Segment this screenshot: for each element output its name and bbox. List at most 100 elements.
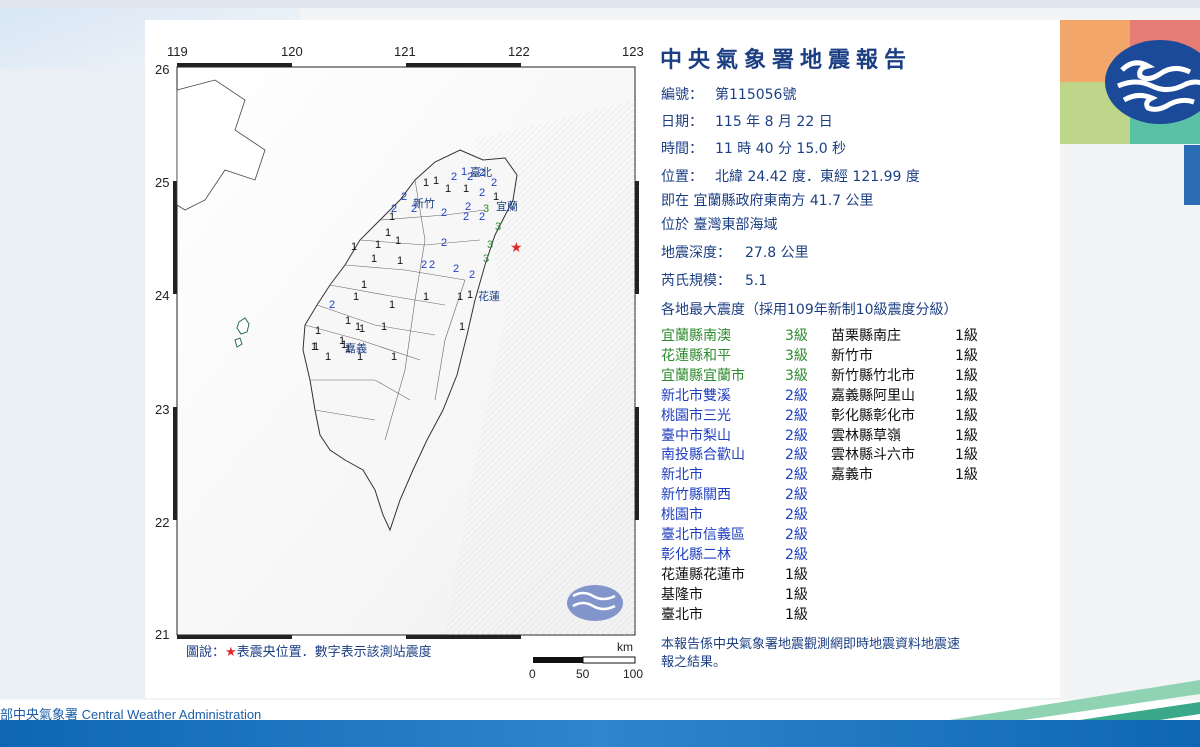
time-label: 時間： (661, 141, 703, 157)
station-level: 1級 (955, 427, 978, 444)
city-label-chiayi: 嘉義 (345, 342, 367, 355)
svg-text:2: 2 (479, 187, 485, 199)
station-name: 宜蘭縣南澳 (661, 328, 731, 344)
station-row: 基隆市 1級 (661, 585, 808, 605)
svg-text:1: 1 (389, 299, 395, 311)
lon-tick: 123 (622, 44, 644, 59)
svg-text:1: 1 (463, 183, 469, 195)
station-level: 1級 (785, 586, 808, 603)
station-row: 彰化縣彰化市 1級 (831, 406, 978, 426)
svg-text:1: 1 (423, 291, 429, 303)
intensity-heading: 各地最大震度（採用109年新制10級震度分級） (661, 302, 958, 318)
svg-text:1: 1 (391, 351, 397, 363)
station-row: 桃園市 2級 (661, 505, 808, 525)
station-name: 雲林縣草嶺 (831, 427, 901, 444)
station-level: 1級 (955, 407, 978, 424)
svg-text:2: 2 (441, 237, 447, 249)
lat-tick: 24 (155, 288, 170, 303)
station-row: 桃園市三光 2級 (661, 406, 808, 426)
relative-position: 即在 宜蘭縣政府東南方 41.7 公里 (661, 193, 874, 209)
station-row: 新竹市 1級 (831, 346, 978, 366)
legend-text: 表震央位置．數字表示該測站震度 (236, 645, 432, 660)
svg-text:3: 3 (495, 221, 501, 233)
report-magnitude: 芮氏規模： 5.1 (661, 270, 767, 290)
station-level: 2級 (785, 546, 808, 563)
station-row: 嘉義市 1級 (831, 465, 978, 485)
scale-tick: 50 (576, 667, 590, 681)
station-name: 彰化縣彰化市 (831, 407, 915, 424)
svg-text:3: 3 (483, 253, 489, 265)
city-label-taipei: 臺北 (470, 166, 492, 179)
svg-text:1: 1 (345, 315, 351, 327)
report-number: 編號： 第115056號 (661, 84, 796, 104)
footer-bar (0, 720, 1200, 747)
number-value: 第115056號 (715, 87, 797, 103)
date-value: 115 年 8 月 22 日 (715, 114, 833, 130)
station-level: 3級 (785, 328, 808, 344)
svg-text:1: 1 (381, 321, 387, 333)
lat-tick: 23 (155, 402, 170, 417)
svg-text:2: 2 (469, 269, 475, 281)
station-name: 彰化縣二林 (661, 546, 731, 563)
station-row: 宜蘭縣南澳 3級 (661, 326, 808, 346)
station-name: 嘉義縣阿里山 (831, 387, 915, 404)
cwa-watermark-icon (567, 585, 623, 621)
epicenter-map: ★ 2 1 2 2 2 1 1 1 1 2 1 3 2 2 2 2 2 2 2 … (145, 40, 655, 690)
station-name: 基隆市 (661, 586, 703, 603)
report-date: 日期： 115 年 8 月 22 日 (661, 111, 833, 131)
svg-text:3: 3 (487, 239, 493, 251)
station-level: 2級 (785, 407, 808, 424)
svg-text:1: 1 (325, 351, 331, 363)
cwa-logo-icon (1105, 40, 1200, 124)
lon-tick: 119 (167, 44, 188, 59)
station-row: 新北市 2級 (661, 465, 808, 485)
side-blue-strip (1184, 145, 1200, 205)
date-label: 日期： (661, 114, 703, 130)
station-name: 臺中市梨山 (661, 427, 731, 444)
station-row: 嘉義縣阿里山 1級 (831, 386, 978, 406)
location-label: 位置： (661, 169, 703, 185)
svg-text:2: 2 (479, 211, 485, 223)
scale-tick: 100 (623, 667, 644, 681)
svg-text:1: 1 (457, 291, 463, 303)
station-row: 新竹縣關西 2級 (661, 485, 808, 505)
legend-prefix: 圖說： (186, 645, 226, 660)
map-legend: 圖說：★表震央位置．數字表示該測站震度 (186, 641, 432, 660)
lon-tick: 121 (394, 44, 416, 59)
svg-text:1: 1 (389, 211, 395, 223)
station-row: 花蓮縣花蓮市 1級 (661, 565, 808, 585)
scale-tick: 0 (529, 667, 536, 681)
svg-text:2: 2 (429, 259, 435, 271)
station-name: 花蓮縣和平 (661, 347, 731, 364)
station-level: 1級 (955, 447, 978, 464)
svg-text:1: 1 (361, 279, 367, 291)
svg-text:1: 1 (315, 325, 321, 337)
report-time: 時間： 11 時 40 分 15.0 秒 (661, 138, 846, 158)
station-name: 新竹縣關西 (661, 487, 731, 504)
station-row: 雲林縣斗六市 1級 (831, 445, 978, 465)
station-name: 臺北市 (661, 606, 703, 623)
station-level: 3級 (785, 347, 808, 364)
svg-text:1: 1 (351, 241, 357, 253)
svg-text:2: 2 (453, 263, 459, 275)
svg-text:2: 2 (421, 259, 427, 271)
depth-value: 27.8 公里 (745, 245, 809, 261)
svg-text:1: 1 (359, 323, 365, 335)
station-level: 1級 (955, 347, 978, 364)
station-level: 1級 (955, 387, 978, 404)
station-name: 宜蘭縣宜蘭市 (661, 367, 745, 384)
time-value: 11 時 40 分 15.0 秒 (715, 141, 847, 157)
station-name: 臺北市信義區 (661, 527, 745, 543)
svg-text:1: 1 (353, 291, 359, 303)
station-level: 2級 (785, 487, 808, 504)
lat-tick: 25 (155, 175, 170, 190)
svg-text:1: 1 (311, 341, 317, 353)
svg-text:1: 1 (459, 321, 465, 333)
station-level: 2級 (785, 447, 808, 464)
station-level: 2級 (785, 387, 808, 404)
station-name: 新北市 (661, 467, 703, 484)
number-label: 編號： (661, 87, 703, 103)
lon-tick: 122 (508, 44, 530, 59)
station-name: 苗栗縣南庄 (831, 328, 901, 344)
svg-text:2: 2 (329, 299, 335, 311)
